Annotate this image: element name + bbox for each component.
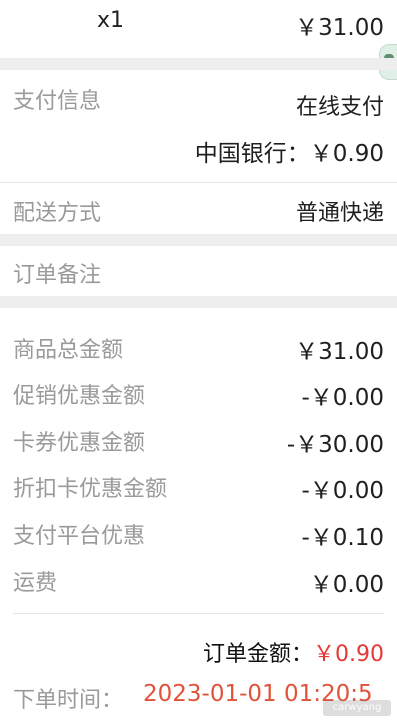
summary-label: 促销优惠金额: [13, 384, 146, 409]
item-price: ￥31.00: [295, 15, 384, 41]
order-total-label: 订单金额：: [202, 642, 313, 667]
section-gap: [0, 296, 397, 308]
payment-method-value: 在线支付: [295, 95, 384, 120]
summary-value: ￥31.00: [295, 339, 384, 365]
order-remark-label[interactable]: 订单备注: [13, 257, 101, 289]
summary-label: 支付平台优惠: [13, 524, 146, 549]
delivery-method-label: 配送方式: [13, 201, 102, 226]
order-detail-page: x1 ￥31.00 支付信息 在线支付 中国银行：￥0.90 配送方式 普通快递…: [0, 0, 397, 720]
summary-label: 折扣卡优惠金额: [13, 477, 168, 502]
section-gap: [0, 234, 397, 246]
summary-label: 卡券优惠金额: [13, 431, 146, 456]
bank-payment-value: 中国银行：￥0.90: [194, 141, 384, 167]
summary-label: 运费: [13, 571, 58, 596]
item-quantity: x1: [97, 8, 125, 33]
summary-value: ￥0.00: [309, 572, 384, 598]
delivery-method-value[interactable]: 普通快递: [296, 195, 384, 227]
summary-value: -￥0.00: [301, 385, 384, 411]
order-total: 订单金额：￥0.90: [203, 636, 384, 668]
order-time-label: 下单时间：: [13, 688, 124, 713]
payment-info-label: 支付信息: [13, 89, 102, 114]
summary-value: -￥0.00: [301, 478, 384, 504]
divider: [13, 613, 384, 614]
order-item-row: x1 ￥31.00: [0, 0, 397, 58]
summary-value: -￥30.00: [286, 432, 384, 458]
summary-value: -￥0.10: [301, 525, 384, 551]
watermark-logo: carwyang: [323, 700, 391, 716]
summary-label: 商品总金额: [13, 338, 124, 363]
section-gap: [0, 58, 397, 70]
divider: [0, 182, 397, 183]
order-total-value: ￥0.90: [313, 642, 384, 667]
